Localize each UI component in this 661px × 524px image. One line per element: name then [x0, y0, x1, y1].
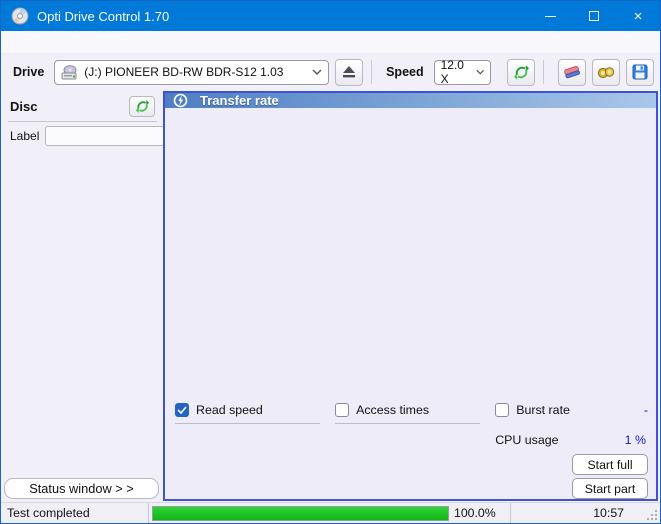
title-bar: Opti Drive Control 1.70 ×	[1, 1, 660, 31]
burst-rate-checkbox[interactable]	[495, 403, 509, 417]
drive-icon	[61, 65, 78, 80]
inspect-button[interactable]	[592, 59, 620, 86]
status-bar: Test completed 100.0% 10:57	[1, 502, 660, 523]
eject-icon	[342, 66, 356, 78]
toolbar: Drive (J:) PIONEER BD-RW BDR-S12 1.03 Sp…	[1, 54, 660, 90]
disc-refresh-button[interactable]	[129, 96, 155, 117]
binoculars-icon	[597, 65, 615, 80]
access-times-column: Access times	[335, 401, 480, 500]
burst-rate-column: Burst rate - CPU usage 1 % Start full St…	[495, 401, 648, 500]
chart-legend	[165, 108, 656, 119]
window-title: Opti Drive Control 1.70	[37, 9, 528, 24]
drive-select[interactable]: (J:) PIONEER BD-RW BDR-S12 1.03	[54, 60, 329, 85]
start-part-button[interactable]: Start part	[572, 478, 648, 499]
app-disc-icon	[11, 7, 29, 25]
progress-fill	[153, 507, 448, 520]
save-button[interactable]	[626, 59, 654, 86]
stats-panel: Read speed Access times Bu	[165, 394, 656, 500]
read-speed-checkbox-label: Read speed	[196, 403, 263, 417]
speed-label: Speed	[386, 65, 424, 79]
access-times-checkbox-label: Access times	[356, 403, 429, 417]
progress-percent: 100.0%	[454, 506, 496, 520]
refresh-button[interactable]	[507, 59, 535, 86]
chevron-down-icon	[312, 69, 322, 75]
status-window-button-label: Status window > >	[29, 481, 134, 496]
chart-area	[165, 119, 656, 394]
toolbar-separator	[371, 60, 372, 84]
disc-label-caption: Label	[10, 129, 39, 143]
speed-select-value: 12.0 X	[441, 58, 470, 86]
chevron-down-icon	[476, 69, 484, 75]
maximize-button[interactable]	[572, 1, 616, 31]
eraser-icon	[563, 65, 581, 79]
clock-text: 10:57	[593, 506, 624, 520]
minimize-button[interactable]	[528, 1, 572, 31]
minimize-icon	[545, 16, 556, 17]
sidebar: Disc Label	[1, 90, 162, 502]
cpu-usage-label: CPU usage	[495, 433, 558, 447]
drive-label: Drive	[13, 65, 44, 79]
toolbar-separator	[543, 60, 544, 84]
speed-select[interactable]: 12.0 X	[434, 60, 492, 85]
app-window: Opti Drive Control 1.70 × Drive (J:) PIO…	[0, 0, 661, 524]
progress-bar	[152, 506, 449, 521]
transfer-rate-chart	[165, 119, 653, 391]
status-text: Test completed	[7, 506, 90, 520]
status-window-button[interactable]: Status window > >	[4, 478, 159, 499]
check-icon	[177, 406, 187, 414]
main-panel: Transfer rate Read speed	[163, 91, 658, 501]
start-part-label: Start part	[585, 482, 636, 496]
save-icon	[632, 64, 648, 80]
chart-header: Transfer rate	[165, 93, 656, 108]
refresh-icon	[135, 99, 150, 114]
cpu-usage-value: 1 %	[625, 433, 646, 447]
access-times-checkbox[interactable]	[335, 403, 349, 417]
eject-button[interactable]	[335, 59, 363, 86]
refresh-icon	[513, 64, 530, 81]
read-speed-column: Read speed	[175, 401, 320, 500]
erase-button[interactable]	[558, 59, 586, 86]
transfer-rate-icon	[173, 93, 188, 108]
start-full-button[interactable]: Start full	[572, 454, 648, 475]
read-speed-checkbox[interactable]	[175, 403, 189, 417]
burst-rate-value: -	[644, 403, 648, 417]
drive-select-value: (J:) PIONEER BD-RW BDR-S12 1.03	[84, 65, 283, 79]
maximize-icon	[589, 11, 599, 21]
close-icon: ×	[634, 9, 643, 24]
start-full-label: Start full	[587, 458, 632, 472]
sidebar-spacer	[2, 155, 161, 478]
close-button[interactable]: ×	[616, 1, 660, 31]
content-area: Disc Label	[1, 90, 660, 502]
disc-panel-title: Disc	[10, 99, 37, 114]
burst-rate-checkbox-label: Burst rate	[516, 403, 570, 417]
resize-grip[interactable]	[647, 510, 657, 520]
disc-panel: Disc Label	[2, 92, 161, 152]
chart-title: Transfer rate	[200, 93, 279, 108]
menu-bar	[1, 31, 660, 54]
